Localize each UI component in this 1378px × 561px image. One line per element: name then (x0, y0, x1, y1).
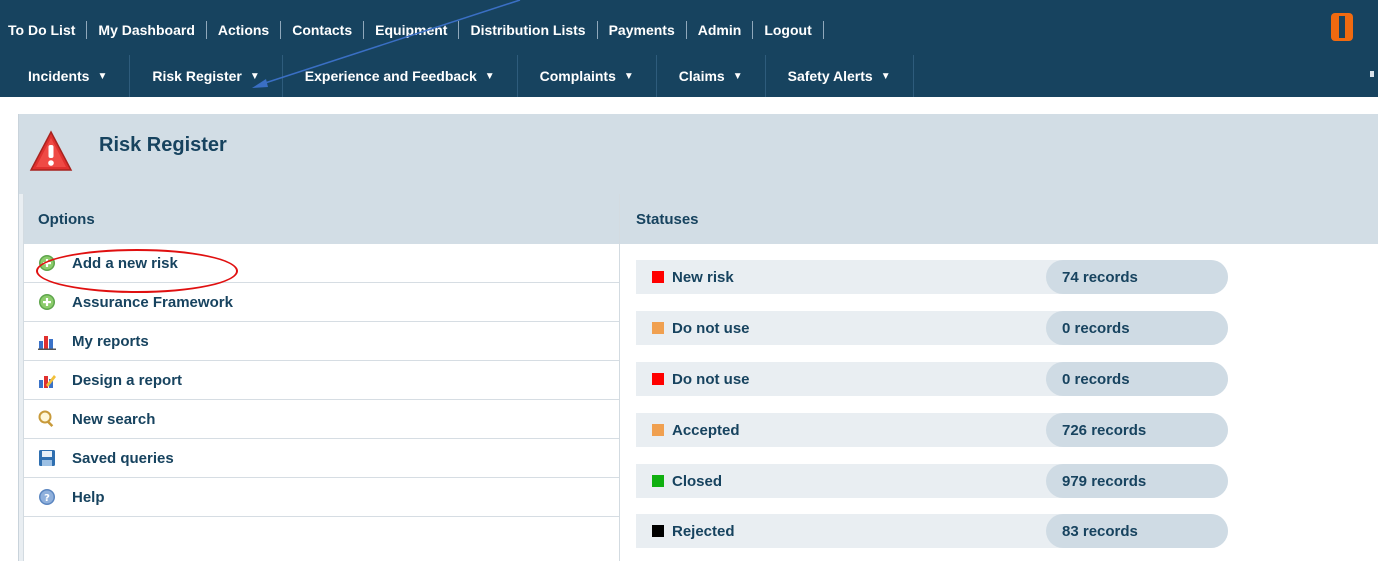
option-design-a-report[interactable]: Design a report (24, 361, 619, 400)
nav-actions[interactable]: Actions (207, 21, 282, 39)
status-label: Closed (636, 464, 1046, 498)
risk-register-panel: Risk Register Options Add a new risk Ass… (18, 114, 1378, 561)
status-count[interactable]: 0 records (1046, 362, 1228, 396)
nav-my-dashboard[interactable]: My Dashboard (87, 21, 207, 39)
add-circle-icon (39, 294, 55, 310)
status-count[interactable]: 979 records (1046, 464, 1228, 498)
menu-edge-marker (1370, 71, 1374, 77)
panel-header: Risk Register (19, 114, 1378, 194)
status-label: Do not use (636, 362, 1046, 396)
chevron-down-icon: ▼ (623, 70, 634, 82)
status-color-swatch (652, 322, 664, 334)
brand-logo (1331, 13, 1353, 41)
status-color-swatch (652, 424, 664, 436)
nav-contacts[interactable]: Contacts (281, 21, 365, 39)
status-row-rejected[interactable]: Rejected 83 records (636, 514, 1228, 548)
chevron-down-icon: ▼ (484, 70, 495, 82)
option-saved-queries[interactable]: Saved queries (24, 439, 619, 478)
menu-claims[interactable]: Claims ▼ (657, 55, 766, 97)
chevron-down-icon: ▼ (732, 70, 743, 82)
add-circle-icon (39, 255, 55, 271)
status-count[interactable]: 0 records (1046, 311, 1228, 345)
status-count[interactable]: 74 records (1046, 260, 1228, 294)
chevron-down-icon: ▼ (97, 70, 108, 82)
option-new-search[interactable]: New search (24, 400, 619, 439)
option-label: Assurance Framework (72, 293, 233, 311)
statuses-panel: Statuses New risk 74 records Do not use … (619, 194, 1378, 561)
bar-chart-icon (38, 336, 56, 350)
menu-experience-and-feedback[interactable]: Experience and Feedback ▼ (283, 55, 518, 97)
option-label: My reports (72, 332, 149, 350)
menu-label: Claims (678, 68, 725, 84)
chart-pencil-icon (39, 375, 56, 388)
nav-payments[interactable]: Payments (598, 21, 687, 39)
status-color-swatch (652, 475, 664, 487)
status-row-new-risk[interactable]: New risk 74 records (636, 260, 1228, 294)
chevron-down-icon: ▼ (880, 70, 891, 82)
option-assurance-framework[interactable]: Assurance Framework (24, 283, 619, 322)
menu-label: Risk Register (152, 68, 242, 84)
option-my-reports[interactable]: My reports (24, 322, 619, 361)
option-label: Saved queries (72, 449, 174, 467)
chevron-down-icon: ▼ (249, 70, 260, 82)
status-count[interactable]: 726 records (1046, 413, 1228, 447)
nav-to-do-list[interactable]: To Do List (8, 21, 88, 39)
option-label: Design a report (72, 371, 183, 389)
option-help[interactable]: ? Help (24, 478, 619, 517)
status-color-swatch (652, 373, 664, 385)
help-icon: ? (39, 489, 55, 505)
menu-label: Incidents (28, 68, 90, 84)
statuses-heading: Statuses (620, 194, 1378, 244)
magnifier-icon (38, 410, 54, 428)
menu-risk-register[interactable]: Risk Register ▼ (130, 55, 283, 97)
option-label: Help (72, 488, 105, 506)
status-name: Accepted (672, 421, 740, 439)
status-label: Do not use (636, 311, 1046, 345)
option-label: Add a new risk (72, 254, 178, 272)
status-row-do-not-use[interactable]: Do not use 0 records (636, 311, 1228, 345)
menu-label: Complaints (539, 68, 616, 84)
status-color-swatch (652, 525, 664, 537)
nav-logout[interactable]: Logout (753, 21, 824, 39)
menu-complaints[interactable]: Complaints ▼ (518, 55, 657, 97)
status-label: Accepted (636, 413, 1046, 447)
main-menu: To Do List My Dashboard Actions Contacts… (8, 0, 824, 60)
status-row-do-not-use[interactable]: Do not use 0 records (636, 362, 1228, 396)
svg-text:?: ? (44, 493, 50, 504)
status-row-accepted[interactable]: Accepted 726 records (636, 413, 1228, 447)
page-title: Risk Register (99, 134, 227, 156)
nav-equipment[interactable]: Equipment (364, 21, 460, 39)
menu-label: Experience and Feedback (304, 68, 477, 84)
menu-incidents[interactable]: Incidents ▼ (8, 55, 131, 97)
status-name: Do not use (672, 370, 750, 388)
status-color-swatch (652, 271, 664, 283)
top-navigation-bar: To Do List My Dashboard Actions Contacts… (0, 0, 1378, 97)
status-name: Closed (672, 472, 723, 490)
warning-triangle-icon (29, 130, 73, 171)
option-label: New search (72, 410, 156, 428)
status-row-closed[interactable]: Closed 979 records (636, 464, 1228, 498)
nav-distribution-lists[interactable]: Distribution Lists (459, 21, 598, 39)
status-name: New risk (672, 268, 734, 286)
nav-admin[interactable]: Admin (687, 21, 754, 39)
status-count[interactable]: 83 records (1046, 514, 1228, 548)
menu-label: Safety Alerts (787, 68, 873, 84)
menu-safety-alerts[interactable]: Safety Alerts ▼ (766, 55, 914, 97)
status-label: Rejected (636, 514, 1046, 548)
status-label: New risk (636, 260, 1046, 294)
status-name: Rejected (672, 522, 735, 540)
floppy-disk-icon (39, 450, 55, 466)
module-menu: Incidents ▼ Risk Register ▼ Experience and… (8, 55, 914, 97)
options-panel: Options Add a new risk Assurance Framewo… (23, 194, 619, 561)
status-name: Do not use (672, 319, 750, 337)
option-add-new-risk[interactable]: Add a new risk (24, 244, 619, 283)
options-heading: Options (24, 194, 619, 244)
